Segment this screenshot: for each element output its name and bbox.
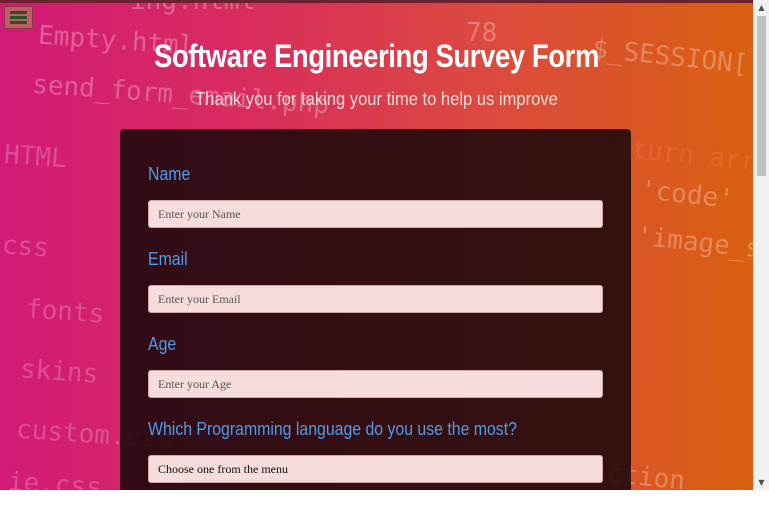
bg-code-line: fonts bbox=[25, 294, 106, 330]
page-viewport: ing.html Empty.html send_form_email.php … bbox=[0, 0, 753, 490]
page-subtitle: Thank you for taking your time to help u… bbox=[195, 89, 558, 109]
name-label: Name bbox=[148, 164, 191, 184]
bg-code-line: ie.css bbox=[7, 466, 103, 490]
scroll-up-arrow-icon[interactable]: ▲ bbox=[754, 0, 769, 15]
name-input[interactable] bbox=[148, 200, 603, 228]
bg-code-line: 'image_s bbox=[634, 221, 753, 265]
survey-form: Name Email Age Which Programming languag… bbox=[120, 129, 631, 490]
bg-code-line: css bbox=[1, 230, 50, 264]
age-label: Age bbox=[148, 334, 177, 354]
vertical-scrollbar[interactable]: ▲ ▼ bbox=[753, 0, 769, 490]
language-select-value: Choose one from the menu bbox=[158, 462, 288, 476]
bg-code-line: HTML bbox=[3, 139, 68, 175]
hamburger-menu-button[interactable] bbox=[4, 6, 33, 29]
scrollbar-thumb[interactable] bbox=[757, 16, 766, 176]
window-bottom-area bbox=[0, 490, 769, 512]
bg-code-line: 'code' bbox=[638, 175, 736, 215]
language-select[interactable]: Choose one from the menu bbox=[148, 455, 603, 483]
email-input[interactable] bbox=[148, 285, 603, 313]
age-input[interactable] bbox=[148, 370, 603, 398]
scroll-down-arrow-icon[interactable]: ▼ bbox=[754, 475, 769, 490]
language-label: Which Programming language do you use th… bbox=[148, 419, 517, 439]
email-label: Email bbox=[148, 249, 188, 269]
page-title: Software Engineering Survey Form bbox=[153, 38, 599, 74]
bg-code-line: skins bbox=[19, 354, 100, 390]
top-border bbox=[0, 0, 753, 3]
